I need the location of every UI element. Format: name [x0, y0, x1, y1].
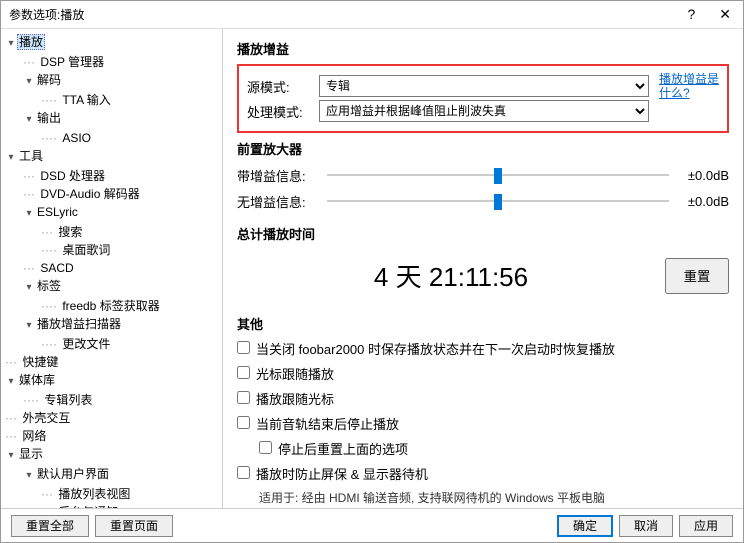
stop-after-option[interactable]: 当前音轨结束后停止播放 — [237, 414, 729, 433]
content-panel: 播放增益 源模式: 专辑 处理模式: 应用增益并根据峰值阻止削波失真 播放增益是… — [223, 29, 743, 508]
tree-medialib[interactable]: 媒体库 — [17, 373, 57, 387]
tree-tta[interactable]: TTA 输入 — [60, 93, 112, 107]
tree-defui[interactable]: 默认用户界面 — [35, 467, 111, 481]
tree-asio[interactable]: ASIO — [60, 131, 93, 145]
tree-shell[interactable]: 外壳交互 — [20, 411, 72, 425]
preamp-without-value: ±0.0dB — [669, 194, 729, 209]
preamp-with-value: ±0.0dB — [669, 168, 729, 183]
preferences-window: 参数选项:播放 ? ✕ ▾播放 ··· DSP 管理器 ▾解码 ···· TTA… — [0, 0, 744, 543]
collapse-icon[interactable]: ▾ — [5, 447, 17, 465]
tree-sacd[interactable]: SACD — [38, 261, 75, 275]
tree-network[interactable]: 网络 — [20, 429, 48, 443]
tree-desklyric[interactable]: 桌面歌词 — [60, 243, 112, 257]
collapse-icon[interactable]: ▾ — [5, 149, 17, 167]
apply-button[interactable]: 应用 — [679, 515, 733, 537]
source-mode-label: 源模式: — [247, 77, 319, 96]
prevent-sleep-checkbox[interactable] — [237, 466, 250, 479]
tree-eslyric[interactable]: ESLyric — [35, 205, 80, 219]
tree-output[interactable]: 输出 — [35, 111, 63, 125]
help-button[interactable]: ? — [683, 6, 699, 23]
proc-mode-select[interactable]: 应用增益并根据峰值阻止削波失真 — [319, 100, 649, 122]
reset-all-button[interactable]: 重置全部 — [11, 515, 89, 537]
collapse-icon[interactable]: ▾ — [23, 317, 35, 335]
source-mode-select[interactable]: 专辑 — [319, 75, 649, 97]
preamp-without-label: 无增益信息: — [237, 192, 327, 211]
reset-page-button[interactable]: 重置页面 — [95, 515, 173, 537]
save-on-close-option[interactable]: 当关闭 foobar2000 时保存播放状态并在下一次启动时恢复播放 — [237, 339, 729, 358]
section-replaygain: 播放增益 — [237, 39, 729, 58]
replaygain-help-link[interactable]: 播放增益是什么? — [659, 72, 719, 125]
nav-tree[interactable]: ▾播放 ··· DSP 管理器 ▾解码 ···· TTA 输入 ▾输出 ····… — [1, 29, 223, 508]
save-on-close-checkbox[interactable] — [237, 341, 250, 354]
cancel-button[interactable]: 取消 — [619, 515, 673, 537]
cursor-follow-option[interactable]: 光标跟随播放 — [237, 364, 729, 383]
tree-decode[interactable]: 解码 — [35, 73, 63, 87]
collapse-icon[interactable]: ▾ — [5, 35, 17, 53]
tree-tools[interactable]: 工具 — [17, 149, 45, 163]
tree-dsp[interactable]: DSP 管理器 — [38, 55, 106, 69]
play-follow-cursor-option[interactable]: 播放跟随光标 — [237, 389, 729, 408]
play-follow-cursor-checkbox[interactable] — [237, 391, 250, 404]
tree-rgscanner[interactable]: 播放增益扫描器 — [35, 317, 123, 331]
replaygain-box: 源模式: 专辑 处理模式: 应用增益并根据峰值阻止削波失真 播放增益是什么? — [237, 64, 729, 133]
tree-modfile[interactable]: 更改文件 — [60, 337, 112, 351]
collapse-icon[interactable]: ▾ — [5, 373, 17, 391]
total-playtime: 4 天 21:11:56 — [237, 257, 665, 294]
collapse-icon[interactable]: ▾ — [23, 205, 35, 223]
tree-playback[interactable]: 播放 — [17, 34, 45, 50]
stop-after-reset-checkbox[interactable] — [259, 441, 272, 454]
ok-button[interactable]: 确定 — [557, 515, 613, 537]
tree-plview[interactable]: 播放列表视图 — [56, 487, 132, 501]
titlebar: 参数选项:播放 ? ✕ — [1, 1, 743, 29]
reset-playtime-button[interactable]: 重置 — [665, 258, 729, 294]
tree-tags[interactable]: 标签 — [35, 279, 63, 293]
preamp-without-slider[interactable] — [327, 190, 669, 212]
window-title: 参数选项:播放 — [9, 6, 683, 23]
cursor-follow-checkbox[interactable] — [237, 366, 250, 379]
section-other: 其他 — [237, 314, 729, 333]
tree-albumlist[interactable]: 专辑列表 — [42, 393, 94, 407]
preamp-with-label: 带增益信息: — [237, 166, 327, 185]
tree-freedb[interactable]: freedb 标签获取器 — [60, 299, 161, 313]
tree-dsdproc[interactable]: DSD 处理器 — [38, 169, 107, 183]
stop-after-reset-option[interactable]: 停止后重置上面的选项 — [259, 439, 729, 458]
proc-mode-label: 处理模式: — [247, 102, 319, 121]
prevent-sleep-option[interactable]: 播放时防止屏保 & 显示器待机 — [237, 464, 729, 483]
section-playtime: 总计播放时间 — [237, 224, 729, 243]
stop-after-checkbox[interactable] — [237, 416, 250, 429]
prevent-sleep-note: 适用于: 经由 HDMI 输送音频, 支持联网待机的 Windows 平板电脑 — [259, 489, 729, 506]
collapse-icon[interactable]: ▾ — [23, 467, 35, 485]
collapse-icon[interactable]: ▾ — [23, 73, 35, 91]
preamp-with-slider[interactable] — [327, 164, 669, 186]
tree-search[interactable]: 搜索 — [56, 225, 84, 239]
collapse-icon[interactable]: ▾ — [23, 111, 35, 129]
collapse-icon[interactable]: ▾ — [23, 279, 35, 297]
tree-display[interactable]: 显示 — [17, 447, 45, 461]
close-button[interactable]: ✕ — [715, 6, 735, 23]
tree-dvdaudio[interactable]: DVD-Audio 解码器 — [38, 187, 141, 201]
section-preamp: 前置放大器 — [237, 139, 729, 158]
dialog-footer: 重置全部 重置页面 确定 取消 应用 — [1, 508, 743, 542]
tree-hotkey[interactable]: 快捷键 — [20, 355, 60, 369]
